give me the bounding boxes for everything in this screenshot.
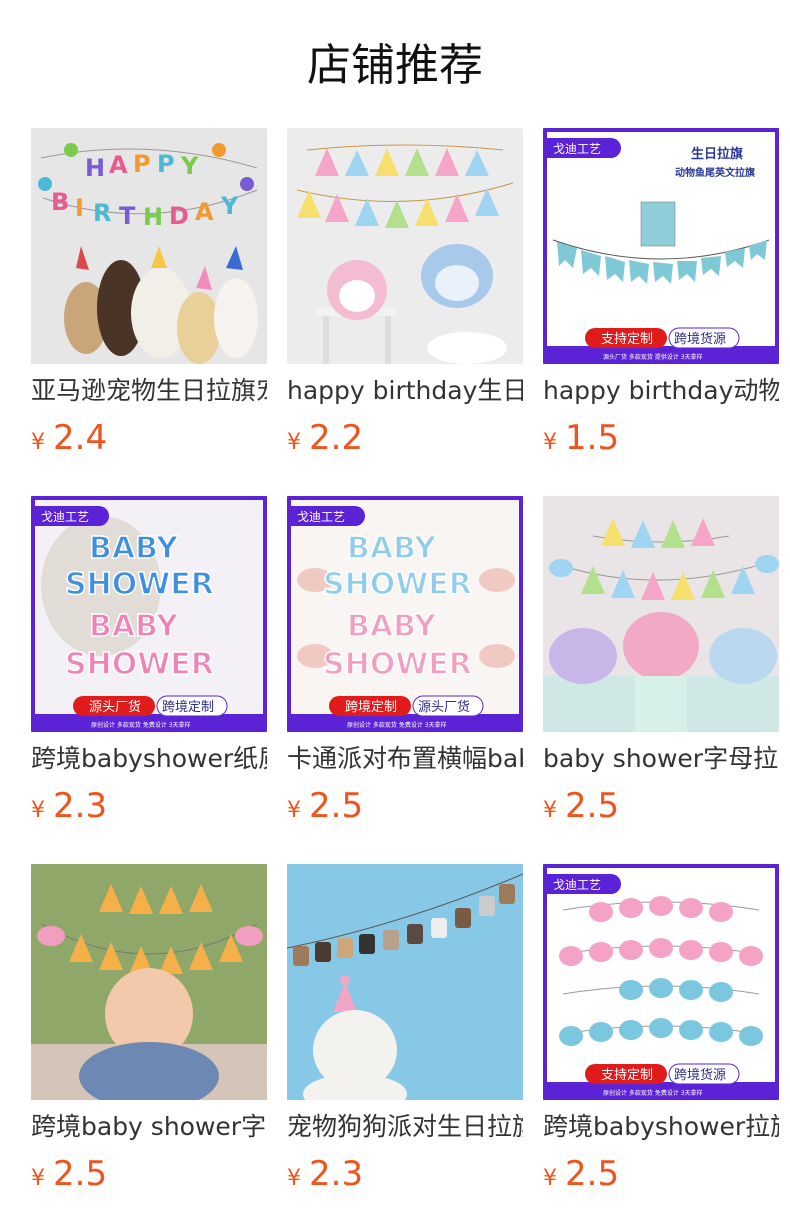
product-price: ¥2.2 <box>287 418 363 458</box>
svg-text:Y: Y <box>180 152 199 180</box>
product-image[interactable]: 戈迪工艺 生日拉旗 动物鱼尾英文拉旗 支持定制 跨境货源 源头厂货 多款现货 提… <box>543 128 779 364</box>
svg-text:I: I <box>75 194 84 222</box>
footer-text: 原创设计 多款现货 免费设计 3天拿样 <box>347 721 447 729</box>
image-heading: 生日拉旗 <box>691 146 743 162</box>
svg-text:BABY: BABY <box>89 531 179 566</box>
product-name[interactable]: 跨境babyshower纸质拉旗 <box>31 742 267 776</box>
product-name[interactable]: 跨境babyshower拉旗婴儿车 <box>543 1110 779 1144</box>
footer-text: 源头厂货 多款现货 提供设计 3天拿样 <box>603 353 703 361</box>
product-price: ¥2.4 <box>31 418 107 458</box>
product-price: ¥2.5 <box>31 1154 107 1194</box>
product-name[interactable]: 亚马逊宠物生日拉旗宠物狗狗派对装饰 <box>31 374 267 408</box>
badge-right: 跨境货源 <box>674 331 726 347</box>
price-value: 2.3 <box>309 1154 364 1194</box>
product-name[interactable]: 宠物狗狗派对生日拉旗 <box>287 1110 523 1144</box>
product-price: ¥2.3 <box>31 786 107 826</box>
image-subheading: 动物鱼尾英文拉旗 <box>675 166 755 179</box>
product-image[interactable] <box>31 864 267 1100</box>
brand-tag: 戈迪工艺 <box>553 142 601 156</box>
badge-left: 支持定制 <box>601 332 653 347</box>
product-image[interactable] <box>287 128 523 364</box>
brand-tag: 戈迪工艺 <box>297 510 345 524</box>
svg-text:H: H <box>143 203 163 231</box>
svg-text:Y: Y <box>220 192 239 220</box>
currency-symbol: ¥ <box>31 798 45 823</box>
product-price: ¥2.5 <box>543 1154 619 1194</box>
product-image[interactable]: 戈迪工艺 BABY SHOWER BABY SHOWER 跨境定制 源头厂货 原… <box>287 496 523 732</box>
footer-text: 原创设计 多款现货 免费设计 3天拿样 <box>603 1089 703 1097</box>
svg-text:BABY: BABY <box>347 531 437 566</box>
badge-right: 源头厂货 <box>418 699 470 715</box>
badge-left: 支持定制 <box>601 1068 653 1083</box>
currency-symbol: ¥ <box>543 798 557 823</box>
product-image[interactable] <box>287 864 523 1100</box>
svg-text:D: D <box>169 202 189 230</box>
badge-left: 跨境定制 <box>345 700 397 715</box>
brand-tag: 戈迪工艺 <box>553 878 601 892</box>
price-value: 2.5 <box>309 786 364 826</box>
price-value: 2.4 <box>53 418 108 458</box>
price-value: 2.2 <box>309 418 364 458</box>
product-name[interactable]: happy birthday生日拉旗 <box>287 374 523 408</box>
price-value: 2.3 <box>53 786 108 826</box>
svg-text:A: A <box>109 151 128 179</box>
product-name[interactable]: 跨境baby shower字母拉旗 <box>31 1110 267 1144</box>
svg-text:P: P <box>133 150 151 178</box>
product-price: ¥2.5 <box>543 786 619 826</box>
currency-symbol: ¥ <box>543 430 557 455</box>
currency-symbol: ¥ <box>287 1166 301 1191</box>
price-value: 1.5 <box>565 418 620 458</box>
price-value: 2.5 <box>53 1154 108 1194</box>
product-price: ¥2.3 <box>287 1154 363 1194</box>
product-name[interactable]: baby shower字母拉旗 <box>543 742 779 776</box>
footer-text: 原创设计 多款现货 免费设计 3天拿样 <box>91 721 191 729</box>
price-value: 2.5 <box>565 1154 620 1194</box>
svg-text:BABY: BABY <box>89 609 179 644</box>
product-name[interactable]: 卡通派对布置横幅baby shower <box>287 742 523 776</box>
product-name[interactable]: happy birthday动物鱼尾英文拉旗 <box>543 374 779 408</box>
product-image[interactable]: 戈迪工艺 BABY SHOWER BABY SHOWER 源头厂货 跨境定制 原… <box>31 496 267 732</box>
currency-symbol: ¥ <box>31 1166 45 1191</box>
product-price: ¥2.5 <box>287 786 363 826</box>
badge-left: 源头厂货 <box>89 699 141 715</box>
svg-text:SHOWER: SHOWER <box>323 647 472 682</box>
svg-text:SHOWER: SHOWER <box>65 647 214 682</box>
svg-text:P: P <box>157 150 175 178</box>
svg-text:B: B <box>51 188 69 216</box>
page: 店铺推荐 HA PP Y BI RT HD AY 亚马逊宠物生日拉旗 ¥ 2.4… <box>0 0 790 1232</box>
product-image[interactable]: HA PP Y BI RT HD AY <box>31 128 267 364</box>
page-title: 店铺推荐 <box>307 40 483 91</box>
badge-right: 跨境货源 <box>674 1067 726 1083</box>
currency-symbol: ¥ <box>31 430 45 455</box>
price-value: 2.5 <box>565 786 620 826</box>
svg-text:H: H <box>85 154 105 182</box>
svg-text:BABY: BABY <box>347 609 437 644</box>
product-price: ¥1.5 <box>543 418 619 458</box>
currency-symbol: ¥ <box>287 798 301 823</box>
currency-symbol: ¥ <box>543 1166 557 1191</box>
svg-text:T: T <box>119 202 136 230</box>
badge-right: 跨境定制 <box>162 700 214 715</box>
brand-tag: 戈迪工艺 <box>41 510 89 524</box>
product-image[interactable]: 戈迪工艺 支持定制 跨境货源 原创设计 多款现货 免费设计 3天拿样 <box>543 864 779 1100</box>
product-image[interactable] <box>543 496 779 732</box>
svg-text:SHOWER: SHOWER <box>323 567 472 602</box>
svg-text:R: R <box>93 199 111 227</box>
currency-symbol: ¥ <box>287 430 301 455</box>
svg-text:SHOWER: SHOWER <box>65 567 214 602</box>
svg-text:A: A <box>195 198 214 226</box>
